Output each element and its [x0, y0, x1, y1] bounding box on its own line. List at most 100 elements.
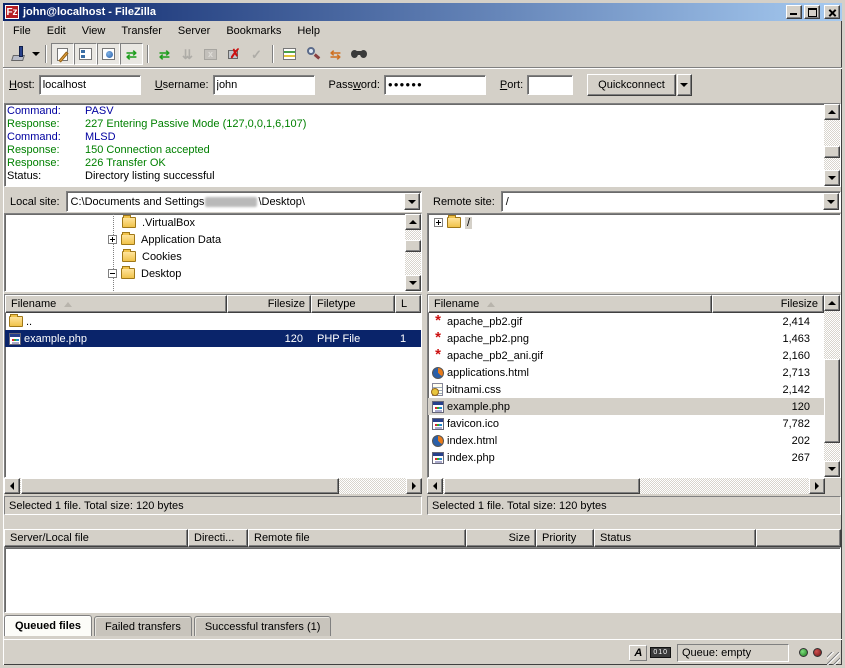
- local-site-dropdown-button[interactable]: [404, 193, 420, 210]
- refresh-button[interactable]: ⇄: [153, 43, 176, 65]
- menu-bookmarks[interactable]: Bookmarks: [218, 23, 289, 39]
- site-manager-button[interactable]: [7, 43, 30, 65]
- minimize-button[interactable]: [786, 5, 802, 19]
- remote-site-dropdown-button[interactable]: [823, 193, 839, 210]
- remote-site-row: Remote site: /: [427, 191, 841, 212]
- file-row-updir[interactable]: ..: [5, 313, 421, 330]
- tree-item-virtualbox[interactable]: .VirtualBox: [5, 214, 421, 231]
- scroll-up-button[interactable]: [824, 295, 840, 311]
- scrollbar-thumb[interactable]: [21, 478, 339, 494]
- toggle-queue-button[interactable]: ⇄: [120, 43, 143, 65]
- local-list-hscrollbar[interactable]: [4, 478, 422, 494]
- local-site-combo[interactable]: C:\Documents and Settings\Desktop\: [66, 191, 422, 212]
- reconnect-button[interactable]: ✓: [245, 43, 268, 65]
- scroll-down-button[interactable]: [824, 170, 840, 186]
- column-header-remote-file[interactable]: Remote file: [248, 529, 466, 547]
- file-row[interactable]: *apache_pb2.gif 2,414: [428, 313, 824, 330]
- file-row-example-php[interactable]: example.php 120 PHP File 1: [5, 330, 421, 347]
- username-input[interactable]: [213, 75, 315, 95]
- expand-plus-icon[interactable]: [108, 235, 117, 244]
- remote-tree: /: [427, 213, 841, 292]
- ascii-transfer-type-icon[interactable]: A: [629, 645, 647, 661]
- scrollbar-thumb[interactable]: [444, 478, 640, 494]
- site-manager-dropdown-button[interactable]: [30, 43, 41, 65]
- tree-item-application-data[interactable]: Application Data: [5, 231, 421, 248]
- disconnect-icon: ✗: [226, 46, 242, 62]
- remote-list-scrollbar[interactable]: [824, 295, 840, 477]
- menu-edit[interactable]: Edit: [39, 23, 74, 39]
- tree-item-cookies[interactable]: Cookies: [5, 248, 421, 265]
- tab-successful-transfers[interactable]: Successful transfers (1): [194, 616, 332, 636]
- binary-indicator-icon[interactable]: 010: [650, 647, 671, 658]
- collapse-minus-icon[interactable]: [108, 269, 117, 278]
- file-size: 7,782: [782, 418, 810, 430]
- file-row[interactable]: *apache_pb2_ani.gif 2,160: [428, 347, 824, 364]
- expand-plus-icon[interactable]: [434, 218, 443, 227]
- port-input[interactable]: [527, 75, 573, 95]
- file-type: PHP File: [317, 333, 360, 345]
- column-header-filetype[interactable]: Filetype: [311, 295, 395, 313]
- resize-grip[interactable]: [827, 652, 840, 665]
- scroll-right-button[interactable]: [406, 478, 422, 494]
- column-header-filename[interactable]: Filename: [5, 295, 227, 313]
- file-row[interactable]: *apache_pb2.png 1,463: [428, 330, 824, 347]
- column-header-size[interactable]: Size: [466, 529, 536, 547]
- toggle-local-tree-button[interactable]: [74, 43, 97, 65]
- queue-list[interactable]: [4, 547, 841, 613]
- menu-help[interactable]: Help: [289, 23, 328, 39]
- scroll-left-button[interactable]: [4, 478, 20, 494]
- tree-item-desktop[interactable]: Desktop: [5, 265, 421, 282]
- column-header-modified[interactable]: L: [395, 295, 421, 313]
- menu-file[interactable]: File: [5, 23, 39, 39]
- file-row-selected[interactable]: example.php 120: [428, 398, 824, 415]
- host-input[interactable]: [39, 75, 141, 95]
- remote-list-hscrollbar[interactable]: [427, 478, 825, 494]
- column-header-direction[interactable]: Directi...: [188, 529, 248, 547]
- file-row[interactable]: index.php 267: [428, 449, 824, 466]
- scroll-left-button[interactable]: [427, 478, 443, 494]
- scroll-up-button[interactable]: [405, 214, 421, 230]
- close-button[interactable]: [824, 5, 840, 19]
- column-header-filesize[interactable]: Filesize: [712, 295, 824, 313]
- find-files-button[interactable]: [301, 43, 324, 65]
- compare-directories-button[interactable]: ⇆: [324, 43, 347, 65]
- column-header-filename[interactable]: Filename: [428, 295, 712, 313]
- scroll-up-button[interactable]: [824, 104, 840, 120]
- scroll-down-button[interactable]: [824, 461, 840, 477]
- menu-server[interactable]: Server: [170, 23, 218, 39]
- sync-browsing-button[interactable]: [347, 43, 370, 65]
- scroll-down-button[interactable]: [405, 275, 421, 291]
- column-header-server-local-file[interactable]: Server/Local file: [4, 529, 188, 547]
- message-log-icon: [57, 48, 68, 61]
- log-scrollbar[interactable]: [824, 104, 840, 186]
- quickconnect-button[interactable]: Quickconnect: [587, 74, 676, 96]
- scrollbar-thumb[interactable]: [824, 146, 840, 158]
- tab-failed-transfers[interactable]: Failed transfers: [94, 616, 192, 636]
- menu-transfer[interactable]: Transfer: [113, 23, 170, 39]
- cancel-operation-button[interactable]: x: [199, 43, 222, 65]
- filter-button[interactable]: [278, 43, 301, 65]
- file-row[interactable]: applications.html 2,713: [428, 364, 824, 381]
- disconnect-button[interactable]: ✗: [222, 43, 245, 65]
- maximize-button[interactable]: [804, 5, 820, 19]
- titlebar[interactable]: Fz john@localhost - FileZilla: [3, 3, 842, 21]
- scrollbar-thumb[interactable]: [405, 240, 421, 252]
- scroll-right-button[interactable]: [809, 478, 825, 494]
- file-row[interactable]: index.html 202: [428, 432, 824, 449]
- toggle-message-log-button[interactable]: [51, 43, 74, 65]
- scrollbar-thumb[interactable]: [824, 359, 840, 443]
- column-header-status[interactable]: Status: [594, 529, 756, 547]
- file-row[interactable]: favicon.ico 7,782: [428, 415, 824, 432]
- remote-site-combo[interactable]: /: [501, 191, 841, 212]
- toggle-remote-tree-button[interactable]: [97, 43, 120, 65]
- file-row[interactable]: bitnami.css 2,142: [428, 381, 824, 398]
- quickconnect-dropdown-button[interactable]: [677, 74, 692, 96]
- column-header-filesize[interactable]: Filesize: [227, 295, 311, 313]
- local-tree-scrollbar[interactable]: [405, 214, 421, 291]
- process-queue-button[interactable]: ⇊: [176, 43, 199, 65]
- password-input[interactable]: [384, 75, 486, 95]
- tab-queued-files[interactable]: Queued files: [4, 615, 92, 636]
- menu-view[interactable]: View: [74, 23, 114, 39]
- column-header-priority[interactable]: Priority: [536, 529, 594, 547]
- tree-item-root[interactable]: /: [428, 214, 840, 231]
